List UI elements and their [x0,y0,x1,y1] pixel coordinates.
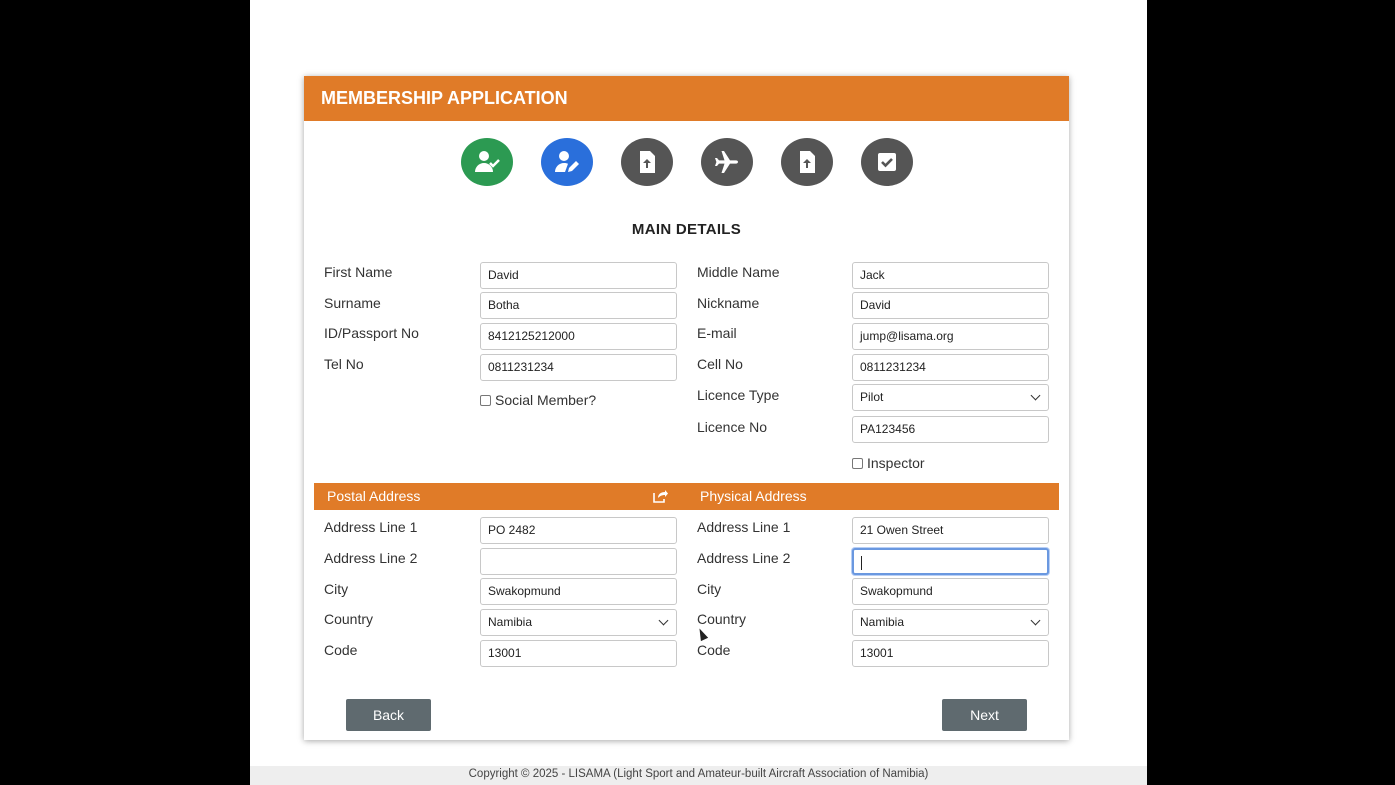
page: MEMBERSHIP APPLICATION MAIN DETAILS Firs… [250,0,1147,785]
physical-code-input[interactable]: 13001 [852,640,1049,667]
user-edit-icon [555,151,579,172]
back-button[interactable]: Back [346,699,431,731]
middle-name-label: Middle Name [697,264,780,280]
licence-type-select[interactable]: Pilot [852,384,1049,411]
chevron-down-icon [658,615,669,626]
text-caret [861,555,862,570]
physical-city-label: City [697,581,722,597]
licence-no-label: Licence No [697,419,768,435]
nickname-input[interactable]: David [852,292,1049,319]
physical-country-label: Country [697,611,747,627]
middle-name-input[interactable]: Jack [852,262,1049,289]
step-aircraft[interactable] [701,138,753,186]
physical-code-label: Code [697,642,731,658]
physical-line2-label: Address Line 2 [697,550,791,566]
postal-line2-label: Address Line 2 [324,550,418,566]
postal-city-input[interactable]: Swakopmund [480,578,677,605]
physical-country-select[interactable]: Namibia [852,609,1049,636]
id-passport-label: ID/Passport No [324,325,419,341]
cell-label: Cell No [697,356,743,372]
social-member-checkbox[interactable]: Social Member? [480,392,596,408]
postal-line1-label: Address Line 1 [324,519,418,535]
address-section-bar: Postal Address Physical Address [314,483,1059,510]
section-title: MAIN DETAILS [631,221,742,238]
physical-country-value: Namibia [860,615,905,629]
social-member-box[interactable] [480,394,491,406]
cell-input[interactable]: 0811231234 [852,354,1049,381]
user-check-icon [475,151,500,172]
nickname-label: Nickname [697,295,760,311]
tel-input[interactable]: 0811231234 [480,354,677,381]
footer-copyright: Copyright © 2025 - LISAMA (Light Sport a… [250,766,1147,785]
share-icon[interactable] [652,488,668,504]
email-label: E-mail [697,325,737,341]
next-button[interactable]: Next [942,699,1027,731]
licence-type-value: Pilot [860,390,884,404]
surname-input[interactable]: Botha [480,292,677,319]
id-passport-input[interactable]: 8412125212000 [480,323,677,350]
file-upload-icon [640,151,655,173]
step-confirm[interactable] [861,138,913,186]
physical-city-input[interactable]: Swakopmund [852,578,1049,605]
airplane-icon [715,151,738,173]
licence-no-input[interactable]: PA123456 [852,416,1049,443]
step-main-details-complete[interactable] [461,138,513,186]
postal-country-label: Country [324,611,374,627]
application-card: MEMBERSHIP APPLICATION MAIN DETAILS Firs… [304,76,1069,740]
postal-line1-input[interactable]: PO 2482 [480,517,677,544]
tel-label: Tel No [324,356,364,372]
step-edit-details-active[interactable] [541,138,593,186]
first-name-label: First Name [324,264,393,280]
step-upload-files[interactable] [781,138,833,186]
physical-line1-label: Address Line 1 [697,519,791,535]
check-square-icon [878,153,896,171]
physical-address-heading: Physical Address [700,488,807,504]
postal-line2-input[interactable] [480,548,677,575]
inspector-checkbox[interactable]: Inspector [852,455,925,471]
email-input[interactable]: jump@lisama.org [852,323,1049,350]
inspector-box[interactable] [852,457,863,469]
postal-code-label: Code [324,642,358,658]
postal-address-heading: Postal Address [327,488,421,504]
surname-label: Surname [324,295,381,311]
inspector-label: Inspector [867,455,925,471]
licence-type-label: Licence Type [697,387,780,403]
chevron-down-icon [1030,390,1041,401]
step-upload-document[interactable] [621,138,673,186]
first-name-input[interactable]: David [480,262,677,289]
postal-code-input[interactable]: 13001 [480,640,677,667]
social-member-label: Social Member? [495,392,597,408]
postal-city-label: City [324,581,349,597]
postal-country-select[interactable]: Namibia [480,609,677,636]
physical-line2-input[interactable] [852,548,1049,575]
physical-line1-input[interactable]: 21 Owen Street [852,517,1049,544]
postal-country-value: Namibia [488,615,533,629]
card-header: MEMBERSHIP APPLICATION [304,76,1069,121]
file-upload-icon [800,151,815,173]
chevron-down-icon [1030,615,1041,626]
